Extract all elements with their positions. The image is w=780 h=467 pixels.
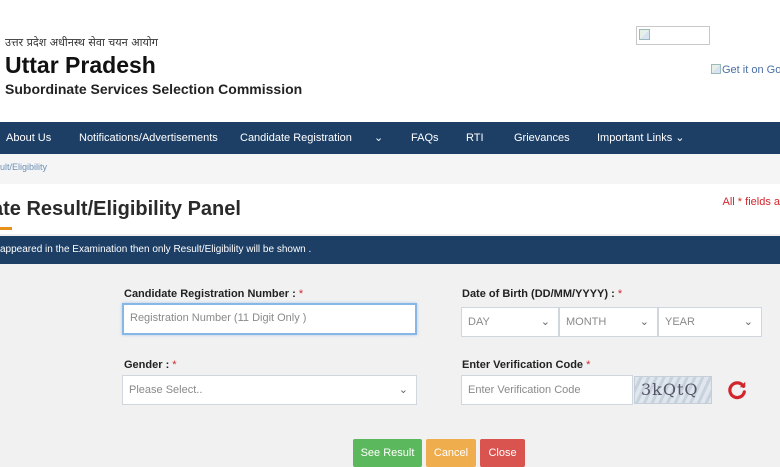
captcha-label: Enter Verification Code * bbox=[462, 359, 591, 371]
see-result-button[interactable]: See Result bbox=[353, 439, 422, 467]
chevron-down-icon: ⌄ bbox=[398, 384, 408, 396]
breadcrumb-bar: ult/Eligibility bbox=[0, 154, 780, 184]
required-star: * bbox=[298, 288, 304, 300]
nav-about-us[interactable]: About Us bbox=[6, 122, 51, 154]
chevron-down-icon[interactable]: ⌄ bbox=[374, 122, 383, 154]
reg-number-label: Candidate Registration Number : * bbox=[124, 288, 304, 300]
chevron-down-icon: ⌄ bbox=[639, 316, 649, 328]
page-title: ate Result/Eligibility Panel bbox=[0, 198, 241, 220]
nav-faqs[interactable]: FAQs bbox=[411, 122, 439, 154]
chevron-down-icon: ⌄ bbox=[540, 316, 550, 328]
required-star: * bbox=[617, 288, 623, 300]
title-underline bbox=[0, 227, 12, 230]
info-banner: appeared in the Examination then only Re… bbox=[0, 236, 780, 264]
org-hindi-name: उत्तर प्रदेश अधीनस्थ सेवा चयन आयोग bbox=[5, 36, 158, 49]
nav-notifications[interactable]: Notifications/Advertisements bbox=[79, 122, 218, 154]
image-placeholder-icon bbox=[639, 29, 650, 40]
store-badge-text: Get it on Go bbox=[722, 64, 780, 76]
site-header: उत्तर प्रदेश अधीनस्थ सेवा चयन आयोग Uttar… bbox=[0, 0, 780, 122]
gender-label: Gender : * bbox=[124, 359, 177, 371]
captcha-image: 3kQtQ bbox=[634, 376, 712, 404]
nav-grievances[interactable]: Grievances bbox=[514, 122, 570, 154]
main-navbar: About Us Notifications/Advertisements Ca… bbox=[0, 122, 780, 154]
title-bar: ate Result/Eligibility Panel All * field… bbox=[0, 184, 780, 234]
cancel-button[interactable]: Cancel bbox=[426, 439, 476, 467]
close-button[interactable]: Close bbox=[480, 439, 525, 467]
required-fields-note: All * fields a bbox=[722, 196, 780, 208]
org-subtitle: Subordinate Services Selection Commissio… bbox=[5, 81, 303, 97]
gender-select[interactable]: Please Select.. ⌄ bbox=[122, 375, 417, 405]
org-title: Uttar Pradesh bbox=[5, 52, 156, 78]
captcha-input[interactable]: Enter Verification Code bbox=[461, 375, 633, 405]
play-store-badge-link[interactable]: Get it on Go bbox=[711, 64, 780, 76]
required-star: * bbox=[172, 359, 177, 371]
broken-image-icon bbox=[636, 26, 710, 45]
form-panel bbox=[0, 264, 780, 467]
dob-label: Date of Birth (DD/MM/YYYY) : * bbox=[462, 288, 623, 300]
dob-day-select[interactable]: DAY ⌄ bbox=[461, 307, 559, 337]
dob-month-select[interactable]: MONTH ⌄ bbox=[559, 307, 658, 337]
nav-rti[interactable]: RTI bbox=[466, 122, 484, 154]
breadcrumb[interactable]: ult/Eligibility bbox=[0, 162, 47, 172]
nav-important-links[interactable]: Important Links ⌄ bbox=[597, 122, 684, 154]
dob-year-select[interactable]: YEAR ⌄ bbox=[658, 307, 762, 337]
nav-candidate-registration[interactable]: Candidate Registration bbox=[240, 122, 352, 154]
required-star: * bbox=[586, 359, 591, 371]
refresh-icon[interactable] bbox=[726, 379, 748, 401]
registration-number-input[interactable]: Registration Number (11 Digit Only ) bbox=[122, 303, 417, 335]
image-placeholder-icon bbox=[711, 64, 721, 74]
chevron-down-icon: ⌄ bbox=[743, 316, 753, 328]
